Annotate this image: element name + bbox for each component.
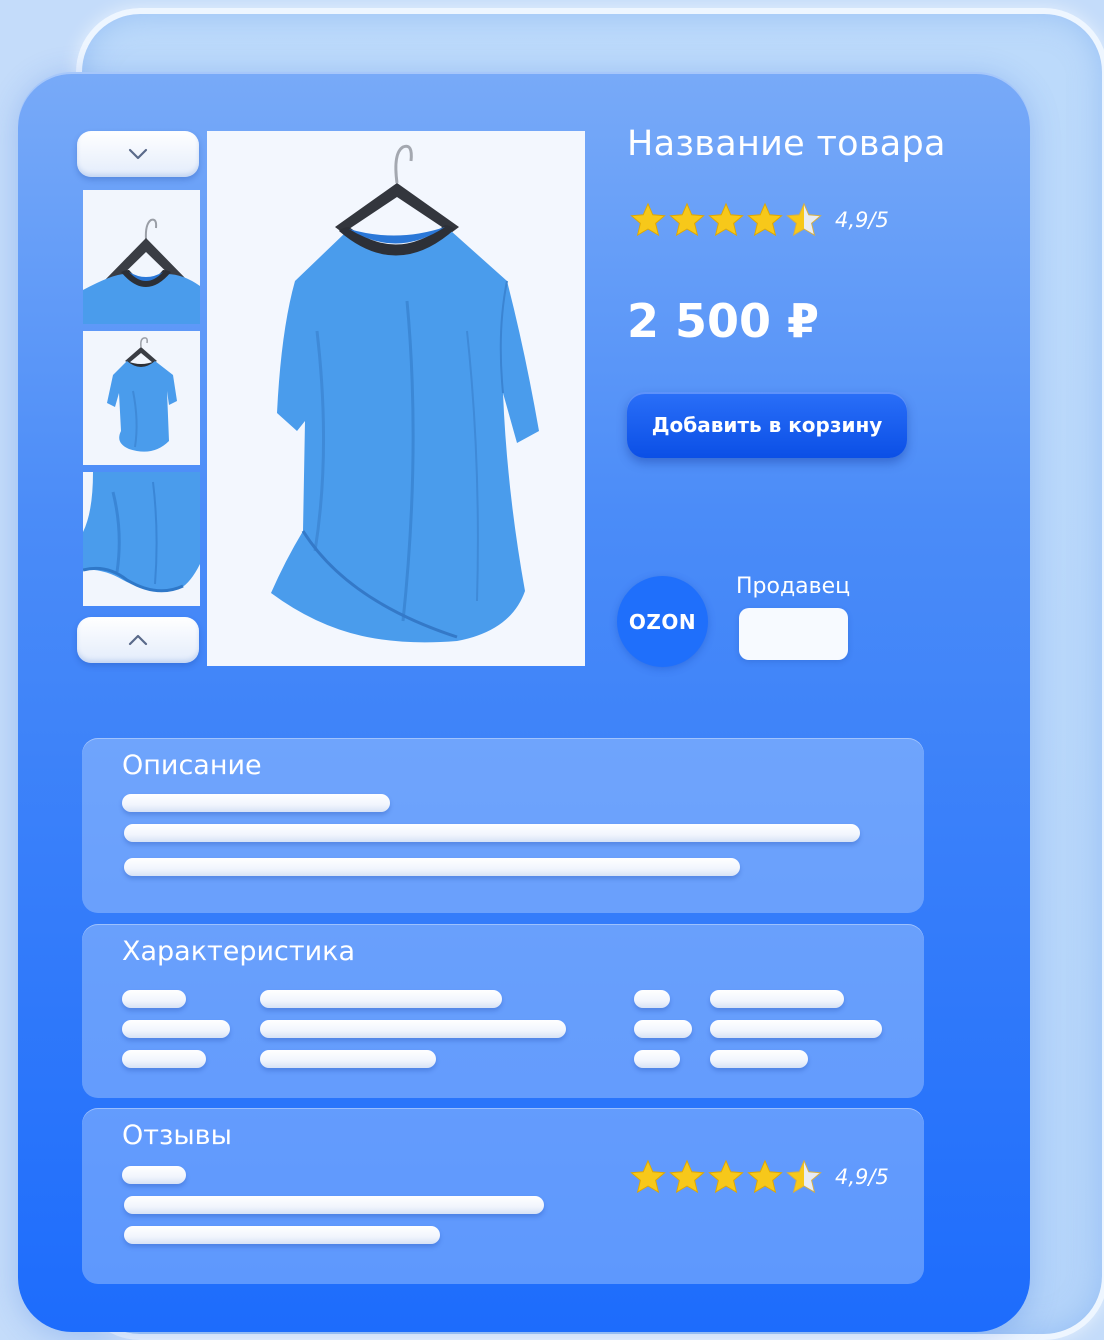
text-placeholder-line (124, 1226, 440, 1244)
rating-score: 4,9/5 (835, 208, 889, 232)
star-icon (708, 202, 744, 237)
thumbnail-2[interactable] (83, 331, 200, 465)
star-half-icon (786, 202, 822, 237)
description-section[interactable]: Описание (82, 738, 924, 913)
star-icon (747, 1159, 783, 1194)
chevron-up-icon (128, 634, 148, 646)
spec-key-placeholder (634, 1020, 692, 1038)
review-author-placeholder (122, 1166, 186, 1184)
tshirt-image (207, 131, 585, 666)
add-to-cart-button[interactable]: Добавить в корзину (627, 392, 907, 458)
star-half-icon (786, 1159, 822, 1194)
gallery-scroll-down-button[interactable] (77, 131, 199, 177)
tshirt-full-thumbnail (83, 331, 200, 465)
spec-value-placeholder (710, 1020, 882, 1038)
tshirt-bottom-thumbnail (83, 472, 200, 606)
rating-stars (629, 201, 823, 239)
star-icon (669, 202, 705, 237)
text-placeholder-line (124, 858, 740, 876)
reviews-rating: 4,9/5 (629, 1157, 889, 1197)
section-title: Характеристика (122, 936, 356, 967)
spec-value-placeholder (710, 990, 844, 1008)
section-title: Описание (122, 750, 262, 781)
text-placeholder-line (122, 794, 390, 812)
seller-label: Продавец (736, 574, 851, 599)
star-icon (630, 1159, 666, 1194)
product-price: 2 500 ₽ (627, 294, 820, 348)
product-rating: 4,9/5 (629, 200, 889, 240)
star-icon (630, 202, 666, 237)
spec-value-placeholder (710, 1050, 808, 1068)
seller-logo[interactable]: OZON (617, 576, 708, 667)
text-placeholder-line (124, 1196, 544, 1214)
section-title: Отзывы (122, 1120, 232, 1151)
star-icon (669, 1159, 705, 1194)
product-main-image[interactable] (207, 131, 585, 666)
thumbnail-3[interactable] (83, 472, 200, 606)
product-title: Название товара (627, 124, 946, 164)
rating-stars (629, 1158, 823, 1196)
star-icon (708, 1159, 744, 1194)
spec-key-placeholder (122, 990, 186, 1008)
text-placeholder-line (124, 824, 860, 842)
seller-name-field[interactable] (739, 608, 848, 660)
spec-value-placeholder (260, 1020, 566, 1038)
star-icon (747, 202, 783, 237)
spec-key-placeholder (122, 1050, 206, 1068)
spec-value-placeholder (260, 1050, 436, 1068)
spec-value-placeholder (260, 990, 502, 1008)
gallery-scroll-up-button[interactable] (77, 617, 199, 663)
rating-score: 4,9/5 (835, 1165, 889, 1189)
specs-section[interactable]: Характеристика (82, 924, 924, 1098)
spec-key-placeholder (634, 1050, 680, 1068)
spec-key-placeholder (634, 990, 670, 1008)
tshirt-collar-thumbnail (83, 190, 200, 324)
chevron-down-icon (128, 148, 148, 160)
spec-key-placeholder (122, 1020, 230, 1038)
thumbnail-1[interactable] (83, 190, 200, 324)
